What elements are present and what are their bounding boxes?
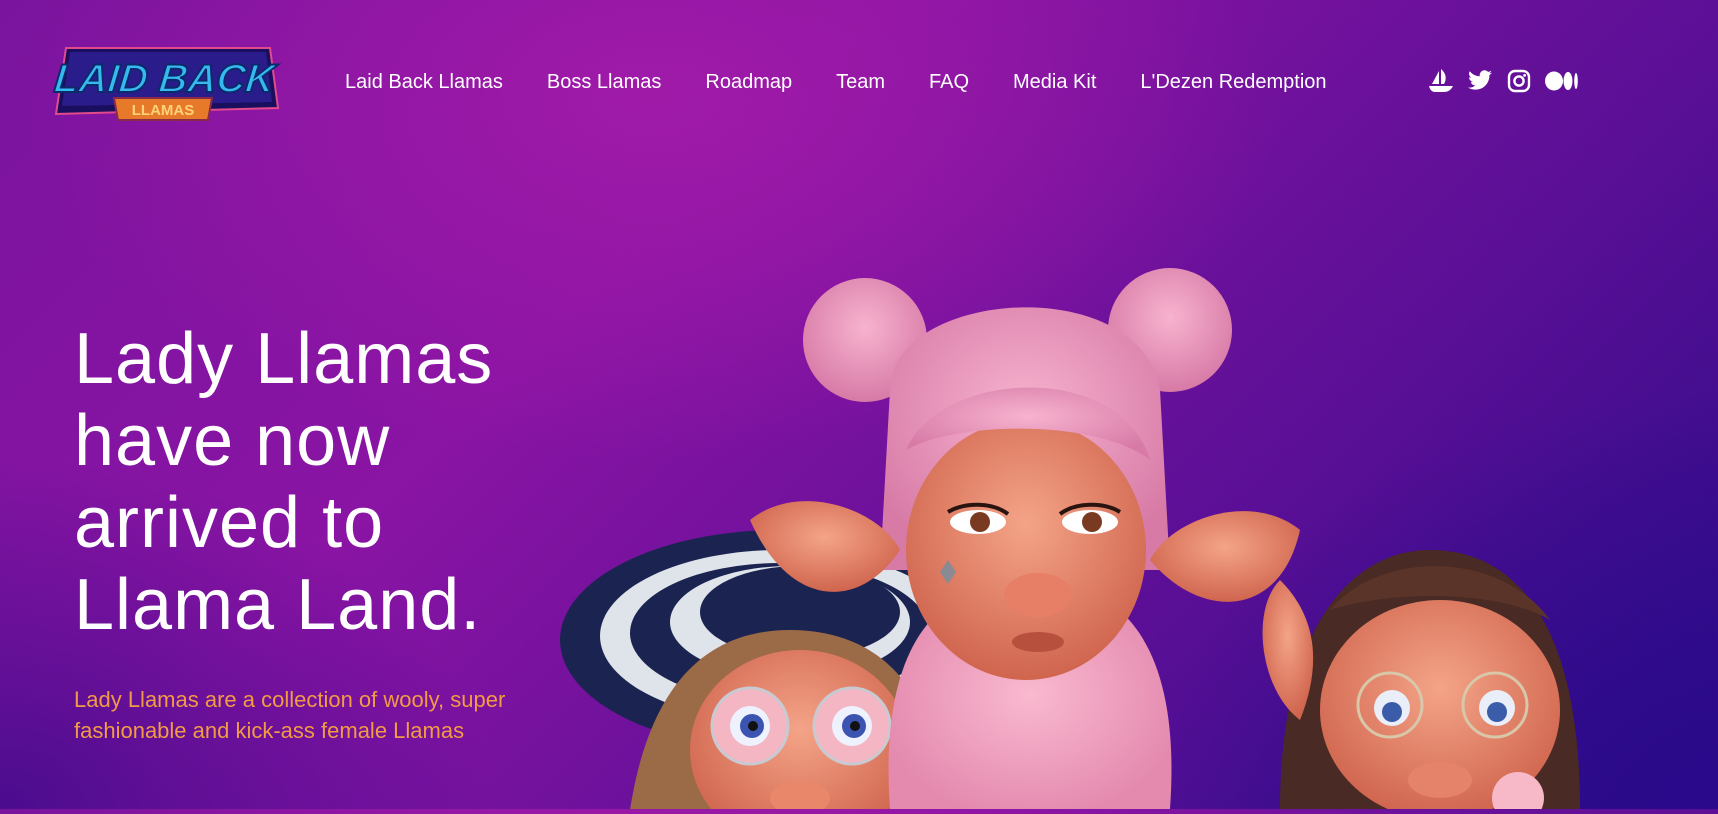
hero-title-line: Lady Llamas <box>74 319 494 399</box>
twitter-icon[interactable] <box>1467 68 1493 94</box>
nav-media-kit[interactable]: Media Kit <box>1013 69 1096 95</box>
social-links <box>1428 68 1579 94</box>
nav-ldezen-redemption[interactable]: L'Dezen Redemption <box>1140 69 1326 95</box>
hero-subtitle: Lady Llamas are a collection of wooly, s… <box>74 687 506 743</box>
nav-team[interactable]: Team <box>836 69 885 95</box>
hero-title-line: Llama Land. <box>74 565 482 645</box>
hero-llamas-illustration <box>560 250 1718 814</box>
logo-subtext: LLAMAS <box>132 102 195 119</box>
logo-text: LAID BACK <box>52 57 280 101</box>
nav-faq[interactable]: FAQ <box>929 69 969 95</box>
hero-title: Lady Llamas have now arrived to Llama La… <box>74 318 594 646</box>
medium-icon[interactable] <box>1545 68 1579 94</box>
hero-title-line: arrived to <box>74 483 385 563</box>
main-nav: Laid Back Llamas Boss Llamas Roadmap Tea… <box>345 69 1327 95</box>
nav-laid-back-llamas[interactable]: Laid Back Llamas <box>345 69 503 95</box>
site-logo[interactable]: LAID BACK LLAMAS <box>51 46 288 126</box>
opensea-icon[interactable] <box>1428 68 1454 94</box>
nav-boss-llamas[interactable]: Boss Llamas <box>547 69 662 95</box>
hero-title-line: have now <box>74 401 391 481</box>
nav-roadmap[interactable]: Roadmap <box>705 69 792 95</box>
instagram-icon[interactable] <box>1506 68 1532 94</box>
right-llama <box>1262 550 1580 814</box>
